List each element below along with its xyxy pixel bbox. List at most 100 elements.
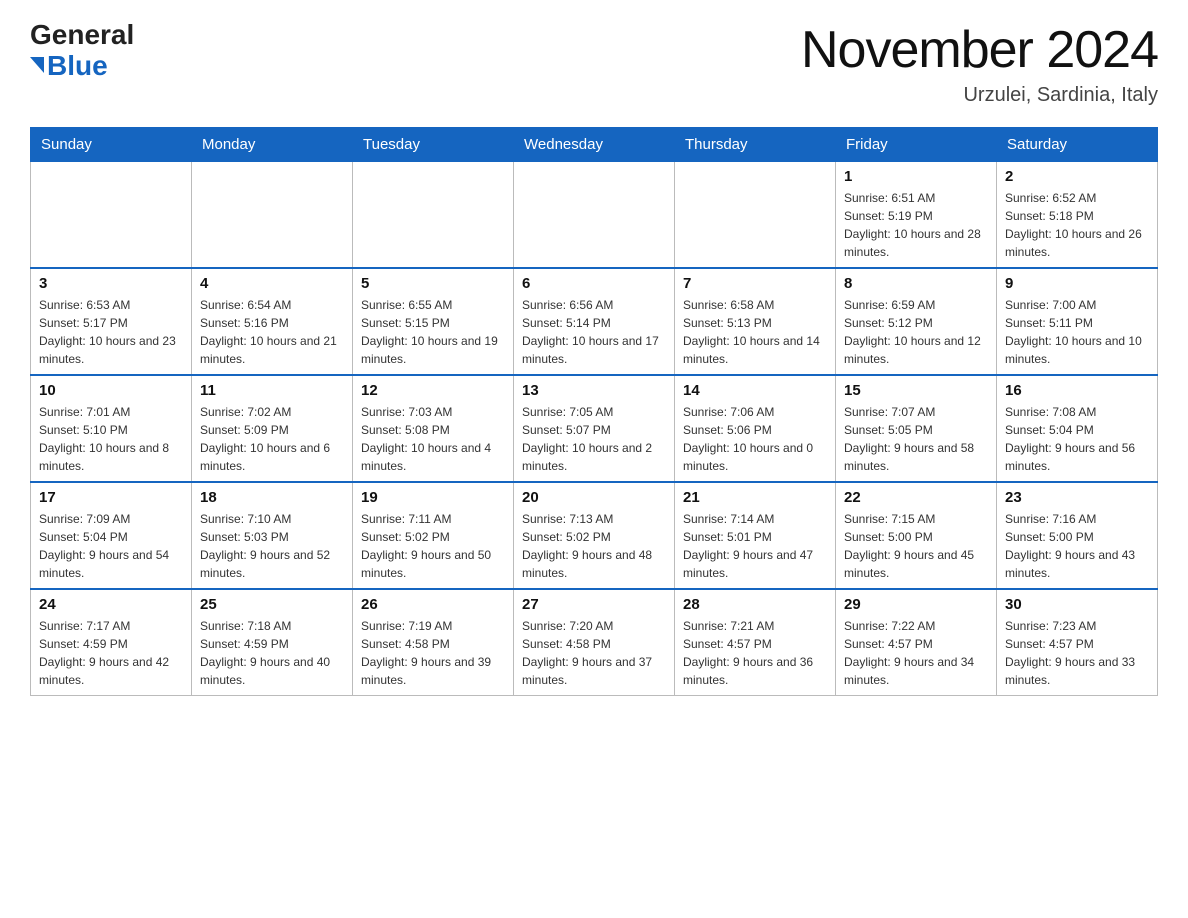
cell-week3-day6: 16 Sunrise: 7:08 AMSunset: 5:04 PMDayligh…	[997, 375, 1158, 482]
day-info: Sunrise: 7:08 AMSunset: 5:04 PMDaylight:…	[1005, 403, 1149, 475]
cell-week4-day2: 19Sunrise: 7:11 AMSunset: 5:02 PMDayligh…	[353, 482, 514, 589]
day-number: 18	[200, 489, 344, 506]
day-number: 10	[39, 382, 183, 399]
day-number: 3	[39, 275, 183, 292]
day-info: Sunrise: 7:15 AMSunset: 5:00 PMDaylight:…	[844, 510, 988, 582]
header: General Blue November 2024 Urzulei, Sard…	[30, 20, 1158, 107]
day-number: 1	[844, 168, 988, 185]
day-number: 17	[39, 489, 183, 506]
day-number: 27	[522, 596, 666, 613]
calendar-title: November 2024	[801, 20, 1158, 80]
day-info: Sunrise: 7:17 AMSunset: 4:59 PMDaylight:…	[39, 617, 183, 689]
day-info: Sunrise: 7:03 AMSunset: 5:08 PMDaylight:…	[361, 403, 505, 475]
logo-triangle-icon	[30, 57, 44, 73]
week-row-1: 1 Sunrise: 6:51 AMSunset: 5:19 PMDaylight…	[31, 162, 1158, 269]
day-number: 11	[200, 382, 344, 399]
cell-week3-day0: 10 Sunrise: 7:01 AMSunset: 5:10 PMDayligh…	[31, 375, 192, 482]
cell-week5-day4: 28 Sunrise: 7:21 AMSunset: 4:57 PMDayligh…	[675, 589, 836, 696]
day-info: Sunrise: 7:02 AMSunset: 5:09 PMDaylight:…	[200, 403, 344, 475]
cell-week4-day5: 22Sunrise: 7:15 AMSunset: 5:00 PMDayligh…	[836, 482, 997, 589]
day-info: Sunrise: 7:21 AMSunset: 4:57 PMDaylight:…	[683, 617, 827, 689]
day-number: 15	[844, 382, 988, 399]
day-info: Sunrise: 7:20 AMSunset: 4:58 PMDaylight:…	[522, 617, 666, 689]
header-saturday: Saturday	[997, 128, 1158, 162]
day-number: 21	[683, 489, 827, 506]
cell-week1-day3	[514, 162, 675, 269]
day-info: Sunrise: 7:14 AMSunset: 5:01 PMDaylight:…	[683, 510, 827, 582]
header-thursday: Thursday	[675, 128, 836, 162]
day-number: 20	[522, 489, 666, 506]
cell-week5-day0: 24 Sunrise: 7:17 AMSunset: 4:59 PMDayligh…	[31, 589, 192, 696]
cell-week1-day2	[353, 162, 514, 269]
cell-week4-day4: 21 Sunrise: 7:14 AMSunset: 5:01 PMDayligh…	[675, 482, 836, 589]
day-number: 14	[683, 382, 827, 399]
cell-week5-day5: 29 Sunrise: 7:22 AMSunset: 4:57 PMDayligh…	[836, 589, 997, 696]
day-info: Sunrise: 6:56 AMSunset: 5:14 PMDaylight:…	[522, 296, 666, 368]
cell-week5-day6: 30 Sunrise: 7:23 AMSunset: 4:57 PMDayligh…	[997, 589, 1158, 696]
day-number: 29	[844, 596, 988, 613]
calendar-table: Sunday Monday Tuesday Wednesday Thursday…	[30, 127, 1158, 696]
day-number: 8	[844, 275, 988, 292]
day-info: Sunrise: 7:11 AMSunset: 5:02 PMDaylight:…	[361, 510, 505, 582]
day-number: 2	[1005, 168, 1149, 185]
day-info: Sunrise: 6:58 AMSunset: 5:13 PMDaylight:…	[683, 296, 827, 368]
day-info: Sunrise: 7:16 AMSunset: 5:00 PMDaylight:…	[1005, 510, 1149, 582]
week-row-2: 3Sunrise: 6:53 AMSunset: 5:17 PMDaylight…	[31, 268, 1158, 375]
day-info: Sunrise: 7:10 AMSunset: 5:03 PMDaylight:…	[200, 510, 344, 582]
week-row-4: 17 Sunrise: 7:09 AMSunset: 5:04 PMDayligh…	[31, 482, 1158, 589]
cell-week1-day6: 2 Sunrise: 6:52 AMSunset: 5:18 PMDaylight…	[997, 162, 1158, 269]
day-info: Sunrise: 7:23 AMSunset: 4:57 PMDaylight:…	[1005, 617, 1149, 689]
day-info: Sunrise: 7:06 AMSunset: 5:06 PMDaylight:…	[683, 403, 827, 475]
cell-week4-day3: 20 Sunrise: 7:13 AMSunset: 5:02 PMDayligh…	[514, 482, 675, 589]
day-info: Sunrise: 7:18 AMSunset: 4:59 PMDaylight:…	[200, 617, 344, 689]
week-row-3: 10 Sunrise: 7:01 AMSunset: 5:10 PMDayligh…	[31, 375, 1158, 482]
cell-week5-day3: 27 Sunrise: 7:20 AMSunset: 4:58 PMDayligh…	[514, 589, 675, 696]
header-friday: Friday	[836, 128, 997, 162]
day-number: 28	[683, 596, 827, 613]
cell-week5-day2: 26 Sunrise: 7:19 AMSunset: 4:58 PMDayligh…	[353, 589, 514, 696]
day-info: Sunrise: 7:09 AMSunset: 5:04 PMDaylight:…	[39, 510, 183, 582]
day-number: 13	[522, 382, 666, 399]
day-info: Sunrise: 7:07 AMSunset: 5:05 PMDaylight:…	[844, 403, 988, 475]
header-wednesday: Wednesday	[514, 128, 675, 162]
cell-week4-day1: 18 Sunrise: 7:10 AMSunset: 5:03 PMDayligh…	[192, 482, 353, 589]
day-number: 30	[1005, 596, 1149, 613]
cell-week4-day6: 23 Sunrise: 7:16 AMSunset: 5:00 PMDayligh…	[997, 482, 1158, 589]
week-row-5: 24 Sunrise: 7:17 AMSunset: 4:59 PMDayligh…	[31, 589, 1158, 696]
cell-week3-day5: 15 Sunrise: 7:07 AMSunset: 5:05 PMDayligh…	[836, 375, 997, 482]
calendar-subtitle: Urzulei, Sardinia, Italy	[801, 84, 1158, 107]
day-number: 23	[1005, 489, 1149, 506]
weekday-header-row: Sunday Monday Tuesday Wednesday Thursday…	[31, 128, 1158, 162]
cell-week2-day6: 9 Sunrise: 7:00 AMSunset: 5:11 PMDaylight…	[997, 268, 1158, 375]
cell-week1-day5: 1 Sunrise: 6:51 AMSunset: 5:19 PMDaylight…	[836, 162, 997, 269]
header-monday: Monday	[192, 128, 353, 162]
cell-week1-day1	[192, 162, 353, 269]
cell-week5-day1: 25 Sunrise: 7:18 AMSunset: 4:59 PMDayligh…	[192, 589, 353, 696]
cell-week3-day2: 12Sunrise: 7:03 AMSunset: 5:08 PMDayligh…	[353, 375, 514, 482]
day-info: Sunrise: 7:01 AMSunset: 5:10 PMDaylight:…	[39, 403, 183, 475]
cell-week4-day0: 17 Sunrise: 7:09 AMSunset: 5:04 PMDayligh…	[31, 482, 192, 589]
day-info: Sunrise: 7:00 AMSunset: 5:11 PMDaylight:…	[1005, 296, 1149, 368]
day-info: Sunrise: 7:19 AMSunset: 4:58 PMDaylight:…	[361, 617, 505, 689]
header-tuesday: Tuesday	[353, 128, 514, 162]
day-info: Sunrise: 7:13 AMSunset: 5:02 PMDaylight:…	[522, 510, 666, 582]
cell-week2-day1: 4Sunrise: 6:54 AMSunset: 5:16 PMDaylight…	[192, 268, 353, 375]
day-info: Sunrise: 6:52 AMSunset: 5:18 PMDaylight:…	[1005, 189, 1149, 261]
day-number: 4	[200, 275, 344, 292]
day-number: 9	[1005, 275, 1149, 292]
cell-week1-day0	[31, 162, 192, 269]
day-number: 16	[1005, 382, 1149, 399]
day-info: Sunrise: 7:05 AMSunset: 5:07 PMDaylight:…	[522, 403, 666, 475]
day-info: Sunrise: 6:59 AMSunset: 5:12 PMDaylight:…	[844, 296, 988, 368]
logo-general-text: General	[30, 20, 134, 51]
day-number: 6	[522, 275, 666, 292]
cell-week2-day2: 5Sunrise: 6:55 AMSunset: 5:15 PMDaylight…	[353, 268, 514, 375]
day-number: 26	[361, 596, 505, 613]
header-sunday: Sunday	[31, 128, 192, 162]
day-number: 24	[39, 596, 183, 613]
day-number: 25	[200, 596, 344, 613]
day-info: Sunrise: 6:51 AMSunset: 5:19 PMDaylight:…	[844, 189, 988, 261]
day-info: Sunrise: 7:22 AMSunset: 4:57 PMDaylight:…	[844, 617, 988, 689]
logo: General Blue	[30, 20, 134, 82]
cell-week3-day1: 11 Sunrise: 7:02 AMSunset: 5:09 PMDayligh…	[192, 375, 353, 482]
